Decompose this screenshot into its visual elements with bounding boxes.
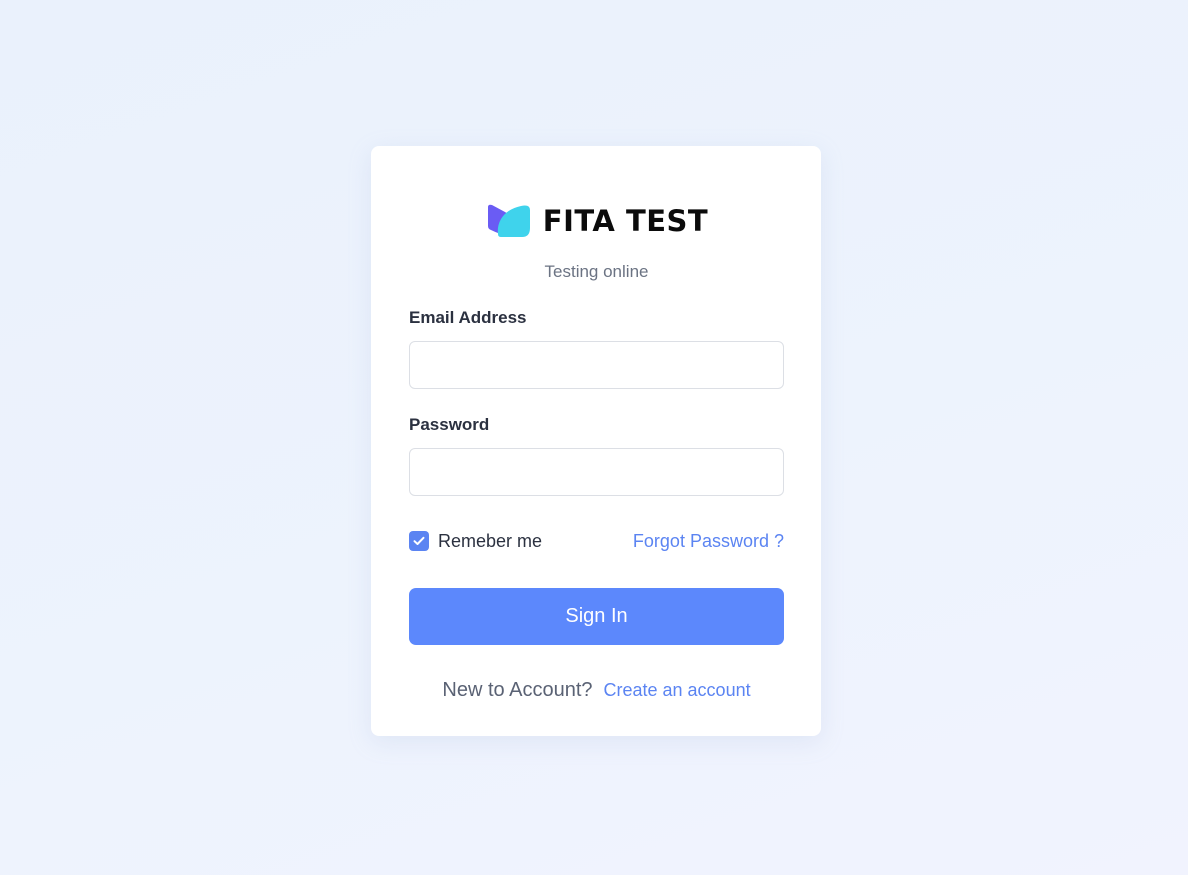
create-account-link[interactable]: Create an account	[604, 680, 751, 701]
signup-prompt: New to Account?	[442, 679, 593, 701]
remember-me-label[interactable]: Remeber me	[438, 531, 542, 552]
brand-header: FITA TEST	[409, 204, 784, 238]
brand-name: FITA TEST	[542, 204, 709, 238]
password-input[interactable]	[409, 448, 784, 496]
login-card: FITA TEST Testing online Email Address P…	[371, 146, 821, 736]
book-logo-icon	[487, 204, 530, 237]
tagline: Testing online	[544, 262, 649, 281]
remember-me-checkbox[interactable]: Remeber me	[409, 531, 542, 552]
options-row: Remeber me Forgot Password ?	[409, 528, 784, 554]
sign-in-button[interactable]: Sign In	[409, 588, 784, 645]
checkbox-checked-icon[interactable]	[409, 531, 429, 551]
forgot-password-link[interactable]: Forgot Password ?	[633, 531, 784, 552]
password-label: Password	[409, 415, 490, 434]
email-input[interactable]	[409, 341, 784, 389]
email-label: Email Address	[409, 308, 527, 327]
signup-row: New to Account? Create an account	[409, 679, 784, 702]
